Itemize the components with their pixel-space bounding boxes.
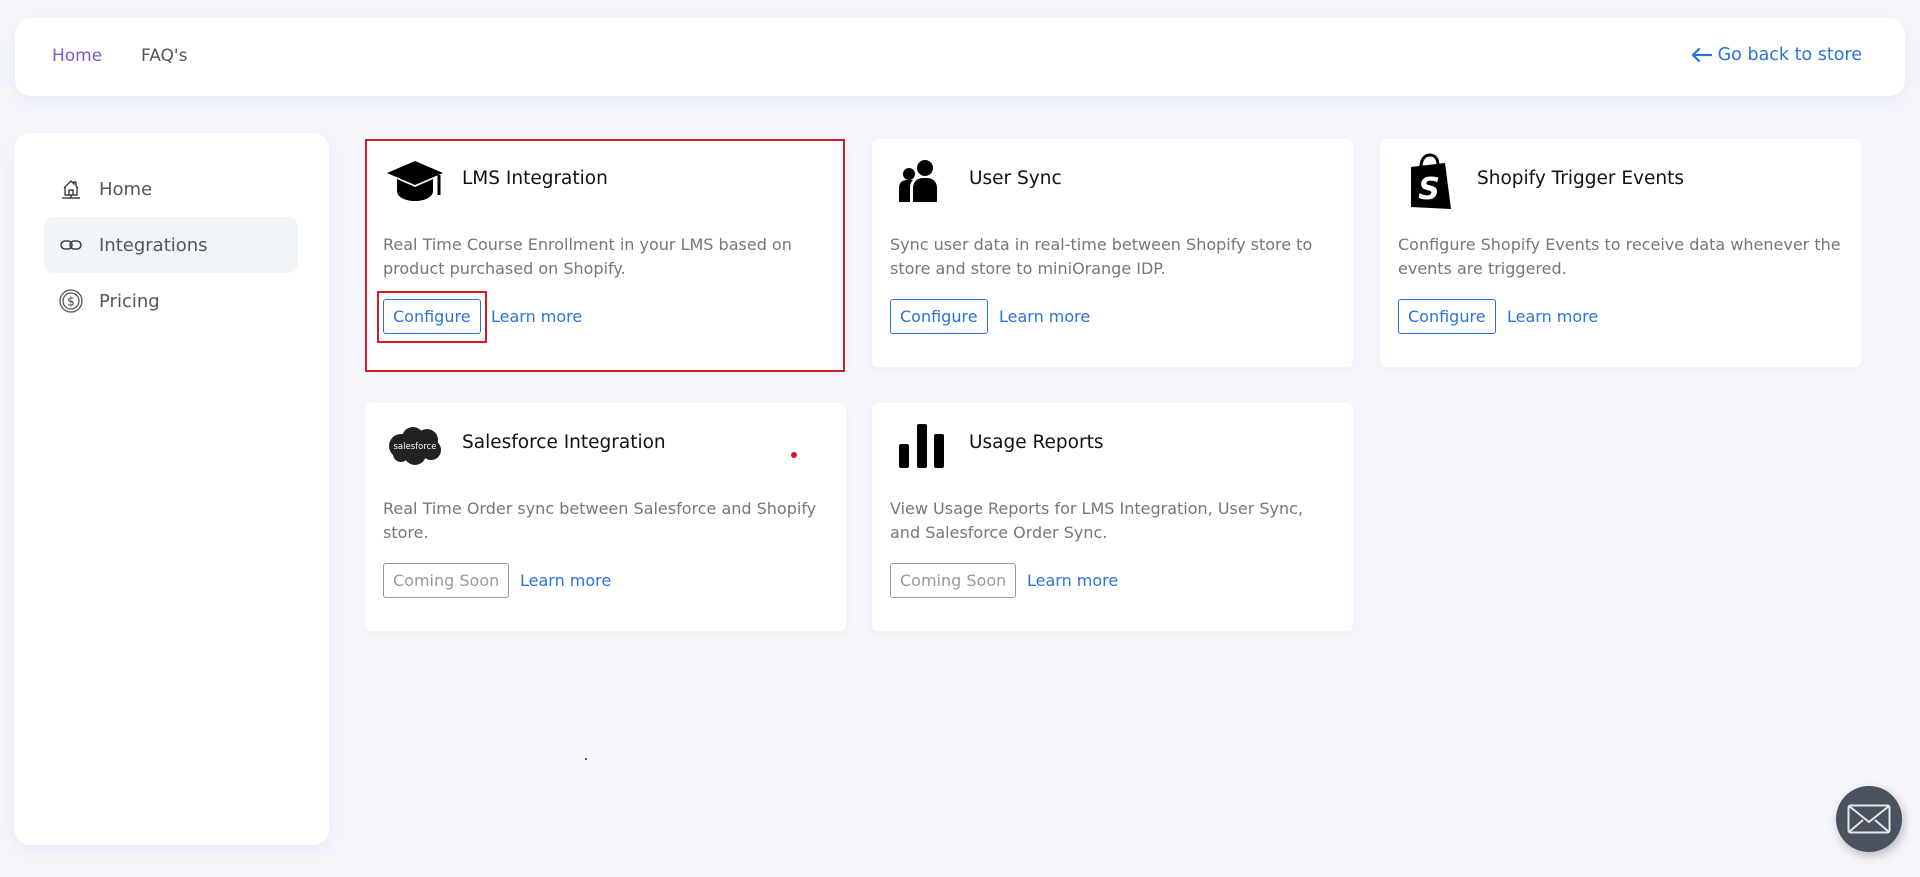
cursor-marker-dot [791, 452, 797, 458]
arrow-left-icon [1691, 47, 1712, 63]
nav-faq-link[interactable]: FAQ's [141, 46, 187, 66]
go-back-label: Go back to store [1717, 45, 1862, 65]
card-title: Salesforce Integration [462, 432, 666, 453]
top-navbar: Home FAQ's Go back to store [15, 18, 1905, 96]
sidebar-item-label: Pricing [99, 290, 160, 312]
dollar-circle-icon: $ [59, 289, 83, 313]
users-icon [892, 154, 952, 210]
integration-card-usage-reports: Usage Reports View Usage Reports for LMS… [872, 403, 1353, 631]
salesforce-cloud-icon: salesforce [385, 418, 445, 474]
sidebar: Home Integrations $ Pricing [14, 133, 329, 845]
sidebar-item-pricing[interactable]: $ Pricing [44, 273, 298, 329]
go-back-to-store-link[interactable]: Go back to store [1690, 45, 1862, 65]
sidebar-item-label: Integrations [99, 234, 208, 256]
integration-card-user-sync: User Sync Sync user data in real-time be… [872, 139, 1353, 367]
sidebar-item-label: Home [99, 178, 153, 200]
sidebar-item-integrations[interactable]: Integrations [44, 217, 298, 273]
home-icon [59, 177, 83, 201]
card-title: Usage Reports [969, 432, 1104, 453]
card-description: Real Time Order sync between Salesforce … [383, 499, 817, 542]
card-description: Real Time Course Enrollment in your LMS … [383, 235, 792, 278]
stray-pixel [585, 758, 587, 760]
integration-card-salesforce: salesforce Salesforce Integration Real T… [365, 403, 846, 631]
card-description: Configure Shopify Events to receive data… [1398, 235, 1841, 278]
card-title: LMS Integration [462, 168, 608, 189]
learn-more-link[interactable]: Learn more [1507, 307, 1598, 326]
graduation-cap-icon [385, 154, 445, 210]
learn-more-link[interactable]: Learn more [491, 307, 582, 326]
configure-button[interactable]: Configure [383, 299, 481, 334]
sidebar-item-home[interactable]: Home [44, 161, 298, 217]
card-description: View Usage Reports for LMS Integration, … [890, 499, 1304, 542]
mail-icon [1847, 804, 1891, 834]
svg-text:$: $ [67, 295, 75, 309]
coming-soon-button: Coming Soon [383, 563, 510, 598]
bar-chart-icon [892, 418, 952, 474]
svg-text:S: S [1418, 172, 1440, 207]
learn-more-link[interactable]: Learn more [1027, 571, 1118, 590]
svg-text:salesforce: salesforce [393, 442, 436, 452]
integration-card-lms: LMS Integration Real Time Course Enrollm… [365, 139, 846, 372]
configure-button[interactable]: Configure [1398, 299, 1496, 334]
card-title: User Sync [969, 168, 1062, 189]
nav-home-link[interactable]: Home [52, 46, 102, 66]
coming-soon-button: Coming Soon [890, 563, 1017, 598]
card-title: Shopify Trigger Events [1477, 168, 1685, 189]
integration-card-shopify-events: S Shopify Trigger Events Configure Shopi… [1380, 139, 1861, 367]
learn-more-link[interactable]: Learn more [999, 307, 1090, 326]
configure-button[interactable]: Configure [890, 299, 988, 334]
learn-more-link[interactable]: Learn more [520, 571, 611, 590]
shopify-bag-icon: S [1400, 153, 1460, 210]
contact-mail-button[interactable] [1836, 786, 1902, 852]
card-description: Sync user data in real-time between Shop… [890, 235, 1313, 278]
link-icon [59, 233, 83, 257]
